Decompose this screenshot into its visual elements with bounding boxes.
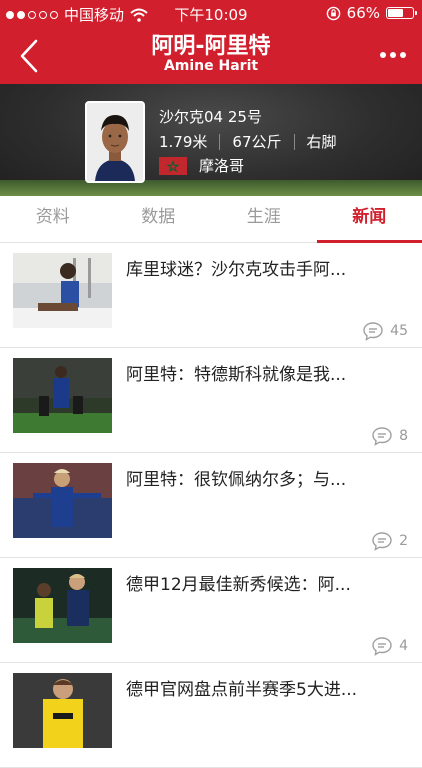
news-item[interactable]: 德甲12月最佳新秀候选：阿... 4: [0, 558, 422, 663]
news-title: 阿里特：特德斯科就像是我...: [126, 360, 396, 385]
comment-icon: [371, 426, 393, 446]
more-options-button[interactable]: [380, 46, 410, 64]
tab-news[interactable]: 新闻: [317, 196, 422, 242]
page-title: 阿明-阿里特: [0, 28, 422, 60]
player-weight: 67公斤: [232, 131, 281, 152]
comment-count[interactable]: 45: [362, 321, 408, 341]
battery-percent: 66%: [347, 4, 380, 22]
tab-bar: 资料 数据 生涯 新闻: [0, 196, 422, 243]
player-physical-row: 1.79米 67公斤 右脚: [159, 131, 337, 152]
comment-count-value: 45: [390, 323, 408, 339]
battery-level: [388, 9, 403, 17]
more-dot-icon: [390, 52, 396, 58]
news-item[interactable]: 德甲官网盘点前半赛季5大进...: [0, 663, 422, 768]
player-nationality-row: 摩洛哥: [159, 155, 244, 176]
comment-count[interactable]: 8: [371, 426, 408, 446]
divider: [294, 134, 295, 150]
news-item[interactable]: 阿里特：特德斯科就像是我... 8: [0, 348, 422, 453]
player-height: 1.79米: [159, 131, 207, 152]
divider: [219, 134, 220, 150]
player-portrait-icon: [87, 103, 143, 181]
news-item[interactable]: 阿里特：很钦佩纳尔多；与... 2: [0, 453, 422, 558]
status-right: 66%: [326, 4, 414, 22]
news-title: 阿里特：很钦佩纳尔多；与...: [126, 465, 396, 490]
comment-count-value: 8: [399, 428, 408, 444]
news-thumbnail: [13, 463, 112, 538]
status-bar: 中国移动 下午10:09 66%: [0, 0, 422, 26]
news-title: 库里球迷？沙尔克攻击手阿...: [126, 255, 396, 280]
news-thumbnail: [13, 253, 112, 328]
news-item[interactable]: 库里球迷？沙尔克攻击手阿... 45: [0, 243, 422, 348]
morocco-flag-icon: [159, 157, 187, 175]
page-subtitle: Amine Harit: [0, 58, 422, 74]
comment-icon: [371, 531, 393, 551]
app-header: 中国移动 下午10:09 66% 阿明-阿里特 Amine Harit: [0, 0, 422, 84]
comment-icon: [371, 636, 393, 656]
comment-count-value: 2: [399, 533, 408, 549]
news-thumbnail: [13, 358, 112, 433]
battery-icon: [386, 7, 414, 19]
news-thumbnail: [13, 568, 112, 643]
news-title: 德甲12月最佳新秀候选：阿...: [126, 570, 396, 595]
player-team-number: 沙尔克04 25号: [159, 106, 262, 127]
player-foot: 右脚: [307, 131, 337, 152]
player-nationality: 摩洛哥: [199, 155, 244, 176]
news-list: 库里球迷？沙尔克攻击手阿... 45 阿里特：特德斯科就像是我...: [0, 243, 422, 768]
tab-career[interactable]: 生涯: [211, 196, 317, 242]
player-profile-banner: 沙尔克04 25号 1.79米 67公斤 右脚 摩洛哥: [0, 84, 422, 196]
pitch-decoration: [0, 180, 422, 196]
tab-stats[interactable]: 数据: [106, 196, 212, 242]
more-dot-icon: [380, 52, 386, 58]
comment-icon: [362, 321, 384, 341]
comment-count[interactable]: 2: [371, 531, 408, 551]
more-dot-icon: [400, 52, 406, 58]
player-avatar: [85, 101, 145, 183]
comment-count[interactable]: 4: [371, 636, 408, 656]
news-thumbnail: [13, 673, 112, 748]
news-title: 德甲官网盘点前半赛季5大进...: [126, 675, 396, 700]
comment-count-value: 4: [399, 638, 408, 654]
rotation-lock-icon: [326, 6, 341, 21]
tab-profile[interactable]: 资料: [0, 196, 106, 242]
